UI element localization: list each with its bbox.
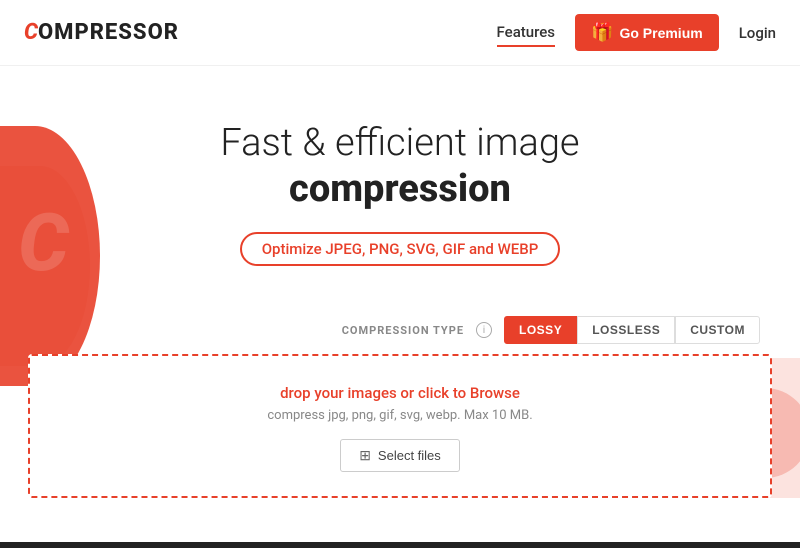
- hero-title-line1: Fast & efficient image: [220, 121, 579, 165]
- logo-c: C: [24, 20, 38, 45]
- info-icon[interactable]: i: [476, 322, 492, 338]
- compression-area: COMPRESSION TYPE i LOSSY LOSSLESS CUSTOM…: [0, 316, 800, 498]
- bottom-bar: [0, 542, 800, 548]
- nav-right: Features 🎁 Go Premium Login: [497, 14, 776, 51]
- drop-zone-sub-text: compress jpg, png, gif, svg, webp. Max 1…: [50, 408, 750, 423]
- navbar: C OMPRESSOR Features 🎁 Go Premium Login: [0, 0, 800, 66]
- compression-type-label: COMPRESSION TYPE: [342, 324, 464, 337]
- drop-zone[interactable]: drop your images or click to Browse comp…: [28, 354, 772, 498]
- type-lossless-button[interactable]: LOSSLESS: [577, 316, 675, 344]
- select-files-icon: ⊞: [359, 447, 371, 464]
- type-lossy-button[interactable]: LOSSY: [504, 316, 577, 344]
- go-premium-button[interactable]: 🎁 Go Premium: [575, 14, 719, 51]
- compression-type-bar: COMPRESSION TYPE i LOSSY LOSSLESS CUSTOM: [0, 316, 800, 344]
- hero-title: Fast & efficient image compression: [0, 121, 800, 212]
- login-link[interactable]: Login: [739, 24, 776, 42]
- premium-label: Go Premium: [619, 25, 702, 41]
- logo-text: OMPRESSOR: [38, 20, 179, 45]
- select-files-label: Select files: [378, 448, 441, 463]
- hero-subtitle: Optimize JPEG, PNG, SVG, GIF and WEBP: [240, 232, 561, 266]
- nav-features-link[interactable]: Features: [497, 23, 555, 43]
- logo-link[interactable]: C OMPRESSOR: [24, 20, 179, 45]
- drop-zone-main-text: drop your images or click to Browse: [50, 384, 750, 402]
- hero-section: C Fast & efficient image compression Opt…: [0, 66, 800, 498]
- type-custom-button[interactable]: CUSTOM: [675, 316, 760, 344]
- premium-emoji: 🎁: [591, 22, 613, 43]
- select-files-button[interactable]: ⊞ Select files: [340, 439, 460, 472]
- hero-title-line2: compression: [0, 167, 800, 213]
